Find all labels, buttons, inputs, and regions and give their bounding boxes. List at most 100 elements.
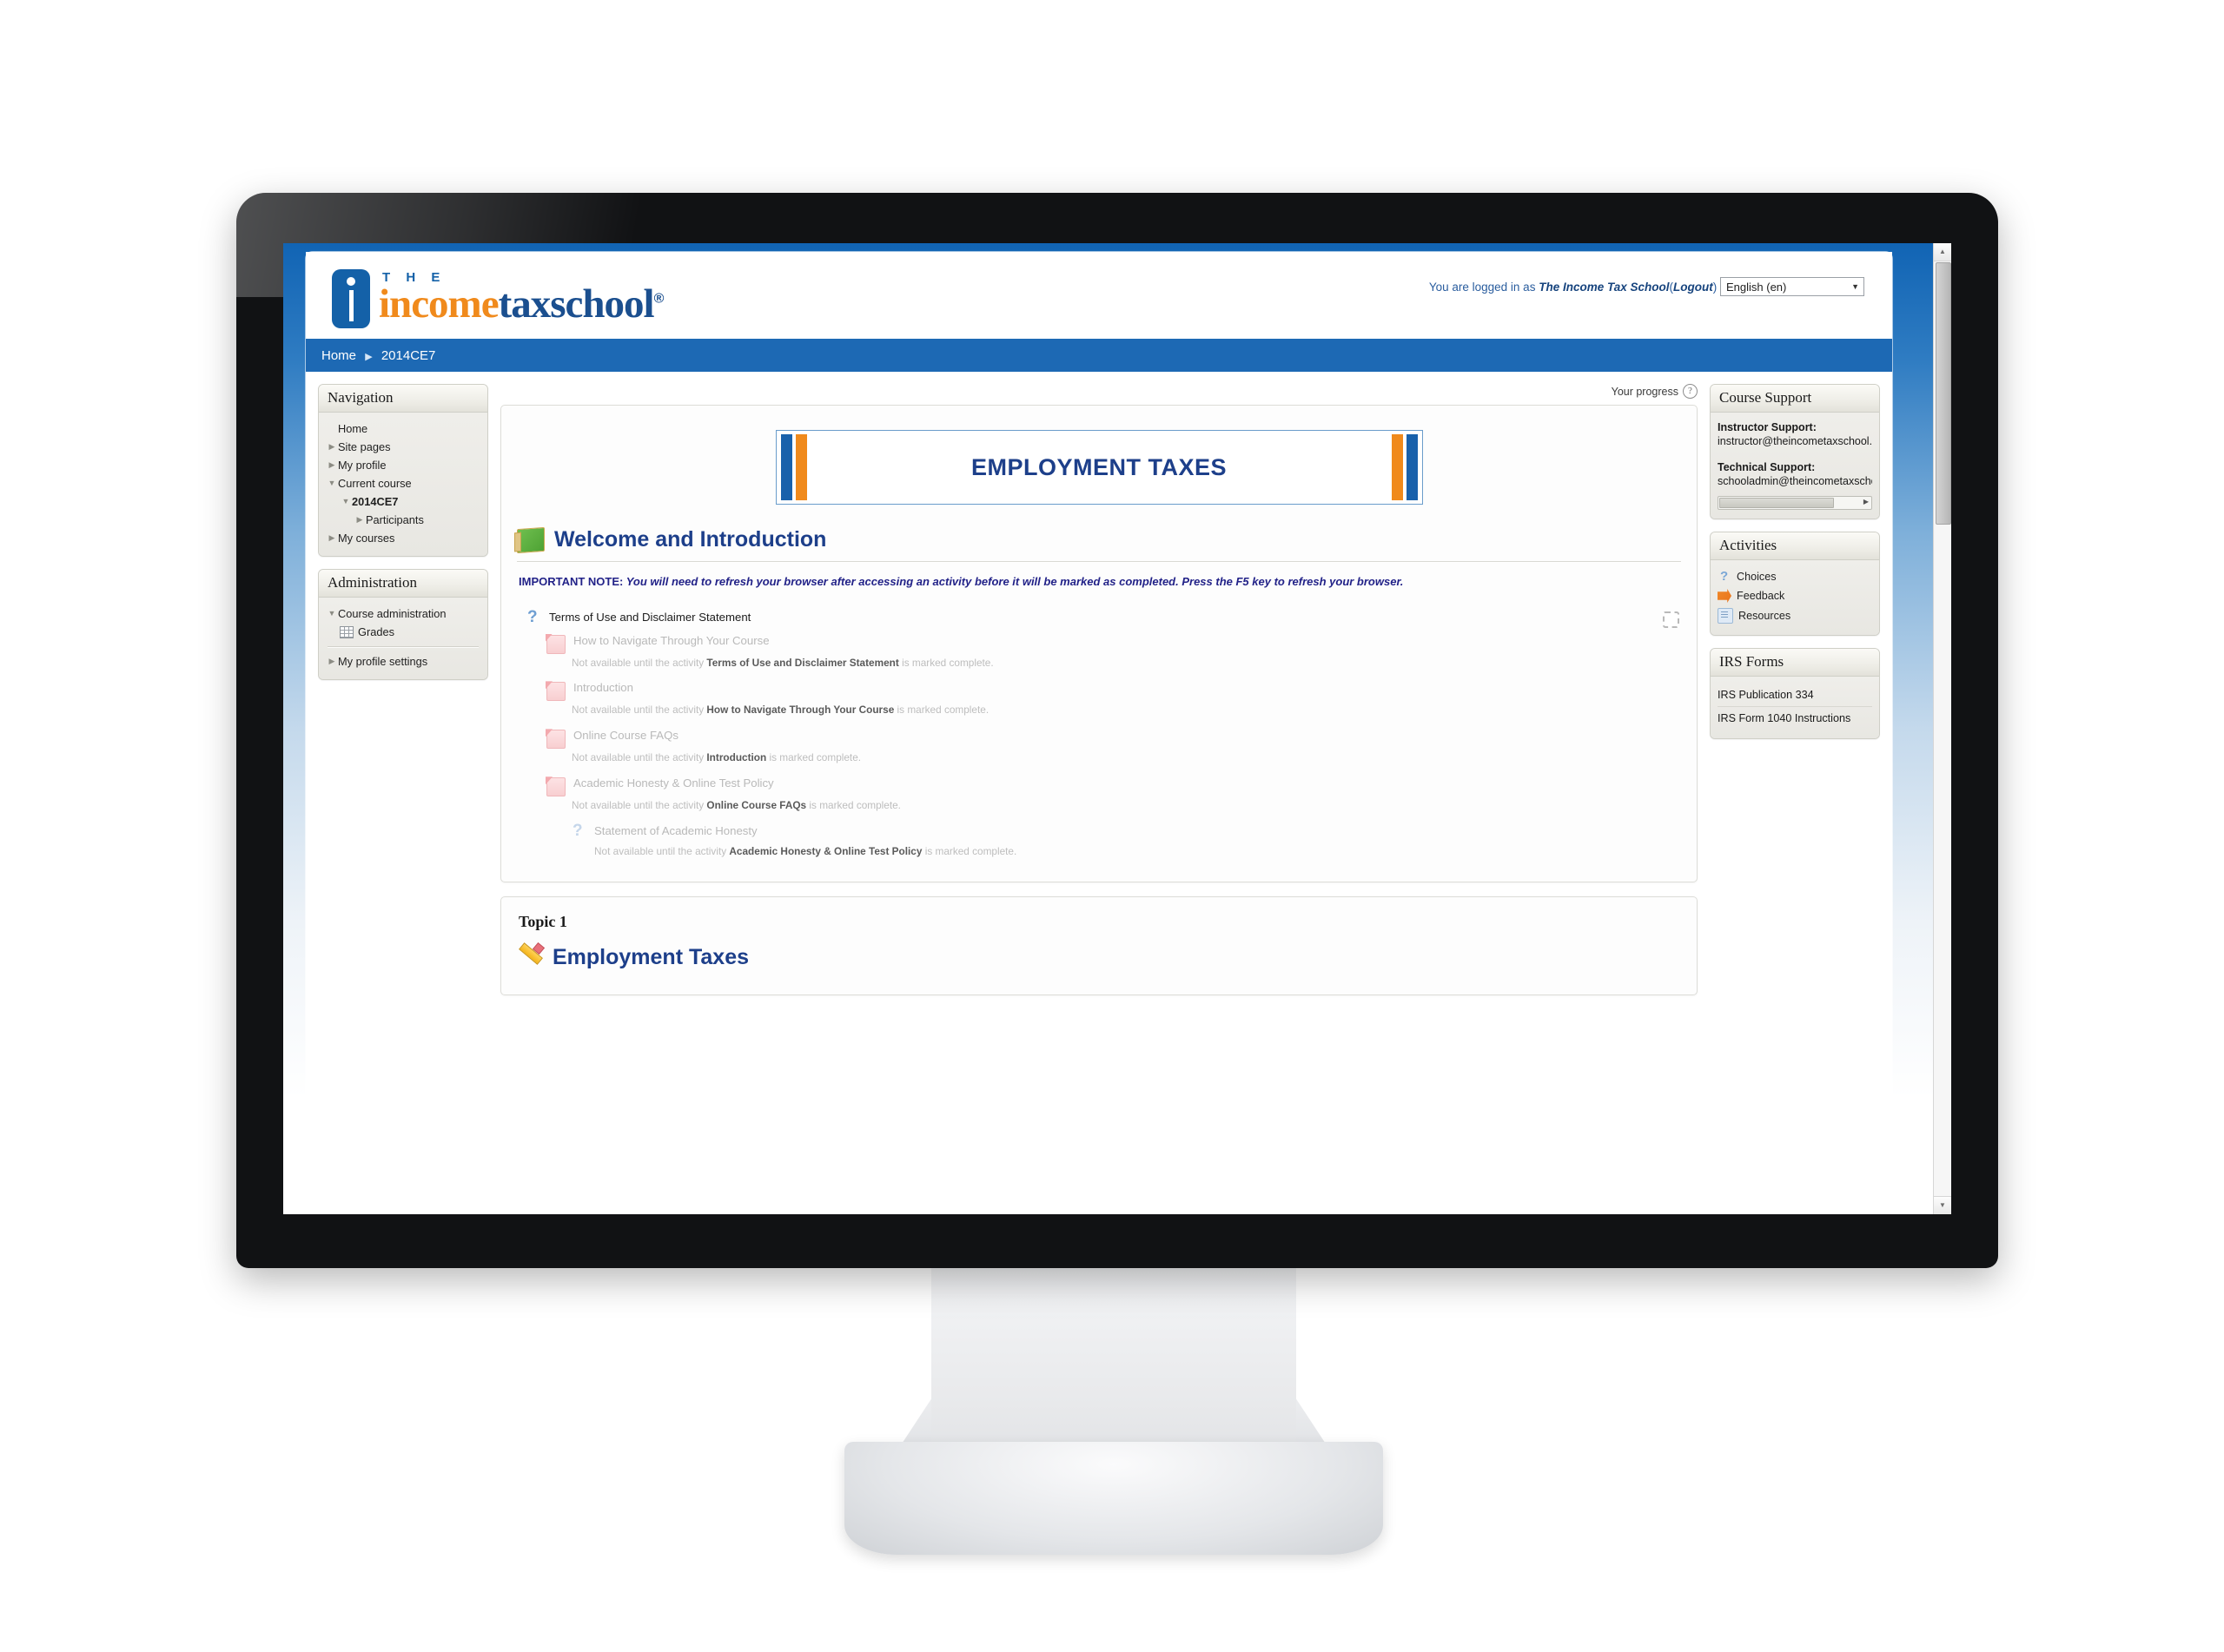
- navigation-block: Navigation Home ▶ Site pages ▶ My profil…: [318, 384, 488, 557]
- administration-block-body: Course administration Grades: [319, 598, 487, 679]
- site-logo[interactable]: T H E incometaxschool®: [332, 269, 664, 330]
- topic-heading-row: Employment Taxes: [517, 945, 1681, 970]
- browser-scrollbar[interactable]: ▲ ▼: [1933, 243, 1951, 1214]
- important-note-body: You will need to refresh your browser af…: [623, 575, 1404, 588]
- sidebar-item-label[interactable]: My profile settings: [338, 655, 427, 668]
- list-item[interactable]: Choices: [1718, 567, 1872, 586]
- language-select[interactable]: English (en) ▼: [1720, 277, 1864, 296]
- completion-checkbox[interactable]: [1663, 611, 1679, 628]
- restriction-prefix: Not available until the activity: [572, 799, 707, 812]
- restriction-prefix: Not available until the activity: [572, 656, 707, 669]
- activity-restriction: Not available until the activity Introdu…: [572, 751, 1681, 765]
- restriction-suffix: is marked complete.: [766, 751, 862, 764]
- restriction-prefix: Not available until the activity: [594, 845, 730, 858]
- activities-block-title: Activities: [1711, 532, 1879, 560]
- monitor-scene: T H E incometaxschool® You are logged in…: [0, 0, 2224, 1652]
- feedback-icon: [546, 730, 566, 750]
- instructor-support-email[interactable]: instructor@theincometaxschool.com: [1718, 435, 1872, 447]
- sidebar-item-current-course[interactable]: Current course: [326, 474, 480, 492]
- sidebar-item-grades[interactable]: Grades: [326, 623, 480, 641]
- chevron-right-icon[interactable]: [326, 461, 338, 469]
- activity-item: Online Course FAQs Not available until t…: [546, 724, 1681, 765]
- topic-heading[interactable]: Employment Taxes: [553, 945, 749, 970]
- activity-type-label[interactable]: Resources: [1738, 610, 1790, 622]
- chevron-down-icon[interactable]: [326, 610, 338, 618]
- sidebar-item-label[interactable]: My profile: [338, 459, 386, 472]
- list-item[interactable]: Feedback: [1718, 586, 1872, 605]
- course-banner: EMPLOYMENT TAXES: [775, 430, 1423, 505]
- list-item[interactable]: Resources: [1718, 605, 1872, 626]
- technical-support-email[interactable]: schooladmin@theincometaxschool.com: [1718, 475, 1872, 487]
- restriction-dependency: Online Course FAQs: [706, 799, 807, 812]
- sidebar-item-label[interactable]: Course administration: [338, 607, 446, 620]
- scrollbar-up-arrow-icon[interactable]: ▲: [1934, 243, 1951, 261]
- monitor-bezel: T H E incometaxschool® You are logged in…: [236, 193, 1998, 1268]
- activity-type-label[interactable]: Feedback: [1737, 590, 1784, 602]
- activity-type-label[interactable]: Choices: [1737, 571, 1777, 583]
- sidebar-item-my-courses[interactable]: My courses: [326, 529, 480, 547]
- restriction-suffix: is marked complete.: [898, 656, 994, 669]
- sidebar-item-my-profile-settings[interactable]: My profile settings: [326, 652, 480, 671]
- activity-name[interactable]: Terms of Use and Disclaimer Statement: [549, 611, 751, 624]
- scrollbar-thumb[interactable]: [1719, 498, 1835, 508]
- list-item[interactable]: IRS Form 1040 Instructions: [1718, 707, 1872, 730]
- list-item[interactable]: IRS Publication 334: [1718, 684, 1872, 706]
- chevron-right-icon[interactable]: [326, 443, 338, 451]
- browser-page: T H E incometaxschool® You are logged in…: [283, 243, 1951, 1214]
- resource-icon: [1718, 608, 1733, 624]
- course-support-block-body: Instructor Support: instructor@theincome…: [1711, 413, 1879, 519]
- important-note-label: IMPORTANT NOTE:: [519, 575, 624, 588]
- scrollbar-right-arrow-icon[interactable]: ▶: [1863, 498, 1869, 506]
- sidebar-item-2014ce7[interactable]: 2014CE7: [326, 492, 480, 511]
- right-column: Course Support Instructor Support: instr…: [1710, 384, 1880, 751]
- chevron-down-icon[interactable]: [340, 498, 352, 506]
- activity-row[interactable]: Terms of Use and Disclaimer Statement: [524, 606, 1681, 630]
- breadcrumb-course[interactable]: 2014CE7: [381, 348, 436, 363]
- restriction-suffix: is marked complete.: [806, 799, 901, 812]
- banner-bar-blue-left: [780, 434, 792, 500]
- breadcrumb-home[interactable]: Home: [321, 348, 356, 363]
- help-icon[interactable]: ?: [1683, 384, 1698, 399]
- chevron-right-icon[interactable]: [326, 657, 338, 665]
- sidebar-item-label[interactable]: Grades: [358, 625, 394, 638]
- sidebar-item-label[interactable]: Participants: [366, 513, 424, 526]
- sidebar-item-participants[interactable]: Participants: [326, 511, 480, 529]
- logo-tax-text: tax: [498, 281, 552, 327]
- logout-link[interactable]: Logout: [1673, 281, 1713, 294]
- activity-list: Terms of Use and Disclaimer Statement: [524, 606, 1681, 860]
- left-column: Navigation Home ▶ Site pages ▶ My profil…: [318, 384, 488, 692]
- scrollbar-down-arrow-icon[interactable]: ▼: [1934, 1196, 1951, 1214]
- section-topic-1: Topic 1 Employment Taxes: [500, 896, 1698, 996]
- course-support-block-title: Course Support: [1711, 385, 1879, 413]
- restriction-dependency: Academic Honesty & Online Test Policy: [729, 845, 923, 858]
- sidebar-item-label[interactable]: Home: [338, 422, 367, 435]
- sidebar-item-label[interactable]: Site pages: [338, 440, 390, 453]
- choice-icon: [569, 822, 586, 843]
- logo-i-mark-icon: [332, 269, 370, 328]
- sidebar-item-home[interactable]: Home: [326, 420, 480, 438]
- login-info: You are logged in as The Income Tax Scho…: [1429, 271, 1864, 296]
- topic-label: Topic 1: [519, 913, 567, 931]
- sidebar-item-site-pages[interactable]: Site pages: [326, 438, 480, 456]
- feedback-icon: [1718, 589, 1731, 603]
- sidebar-item-my-profile[interactable]: My profile: [326, 456, 480, 474]
- breadcrumb: Home ▶ 2014CE7: [321, 348, 435, 363]
- scrollbar-thumb[interactable]: [1936, 262, 1951, 525]
- chevron-down-icon[interactable]: [326, 479, 338, 487]
- sidebar-item-course-administration[interactable]: Course administration: [326, 605, 480, 623]
- sidebar-item-label[interactable]: 2014CE7: [352, 495, 398, 508]
- chevron-right-icon[interactable]: [354, 516, 366, 524]
- administration-tree: Course administration Grades: [326, 605, 480, 641]
- feedback-icon: [546, 682, 566, 702]
- chevron-right-icon[interactable]: [326, 534, 338, 542]
- welcome-heading: Welcome and Introduction: [554, 527, 827, 552]
- logo-income-text: income: [379, 281, 500, 327]
- user-profile-link[interactable]: The Income Tax School: [1539, 281, 1669, 294]
- sidebar-item-label[interactable]: My courses: [338, 532, 394, 545]
- activity-item: Academic Honesty & Online Test Policy No…: [546, 772, 1681, 813]
- restriction-prefix: Not available until the activity: [572, 751, 707, 764]
- breadcrumb-separator-icon: ▶: [365, 351, 373, 362]
- block-horizontal-scrollbar[interactable]: ▶: [1718, 496, 1872, 510]
- sidebar-item-label[interactable]: Current course: [338, 477, 412, 490]
